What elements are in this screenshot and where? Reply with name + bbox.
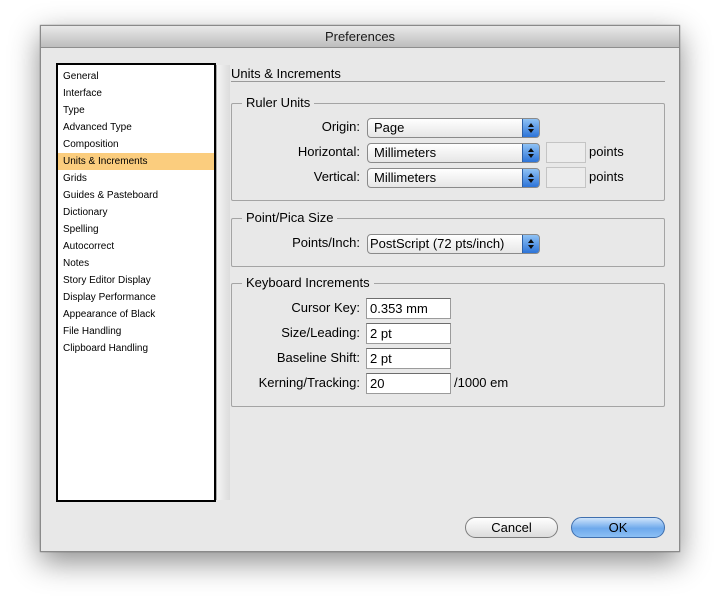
keyboard-increments-group: Keyboard Increments Cursor Key: 0.353 mm… <box>231 275 665 407</box>
sidebar-item-type[interactable]: Type <box>58 102 214 119</box>
window-title: Preferences <box>41 26 679 48</box>
sidebar-item-interface[interactable]: Interface <box>58 85 214 102</box>
kerning-tracking-field[interactable]: 20 <box>366 373 451 394</box>
sidebar-item-advanced-type[interactable]: Advanced Type <box>58 119 214 136</box>
horizontal-label: Horizontal: <box>297 144 360 159</box>
origin-label: Origin: <box>321 119 360 134</box>
points-per-inch-select[interactable]: PostScript (72 pts/inch) <box>367 234 540 254</box>
vertical-units-select[interactable]: Millimeters <box>367 168 540 188</box>
panel-title-divider <box>231 81 665 82</box>
popup-arrows-icon <box>522 169 539 187</box>
preferences-window: Preferences General Interface Type Advan… <box>40 25 680 552</box>
sidebar-item-grids[interactable]: Grids <box>58 170 214 187</box>
horizontal-units-value: Millimeters <box>374 145 437 160</box>
sidebar-item-clipboard-handling[interactable]: Clipboard Handling <box>58 340 214 357</box>
panel-title: Units & Increments <box>231 66 341 81</box>
kerning-tracking-label: Kerning/Tracking: <box>258 375 360 390</box>
horizontal-points-field[interactable] <box>546 142 586 163</box>
vertical-points-field[interactable] <box>546 167 586 188</box>
horizontal-units-select[interactable]: Millimeters <box>367 143 540 163</box>
sidebar-item-general[interactable]: General <box>58 68 214 85</box>
ruler-units-group: Ruler Units Origin: Page Horizontal: Mil… <box>231 95 665 201</box>
baseline-shift-field[interactable]: 2 pt <box>366 348 451 369</box>
list-scrollbar[interactable] <box>216 65 230 500</box>
preferences-category-list[interactable]: General Interface Type Advanced Type Com… <box>56 63 230 502</box>
popup-arrows-icon <box>522 235 539 253</box>
sidebar-item-dictionary[interactable]: Dictionary <box>58 204 214 221</box>
popup-arrows-icon <box>522 144 539 162</box>
sidebar-item-story-editor-display[interactable]: Story Editor Display <box>58 272 214 289</box>
ruler-units-legend: Ruler Units <box>242 95 315 110</box>
points-per-inch-value: PostScript (72 pts/inch) <box>370 236 505 251</box>
baseline-shift-label: Baseline Shift: <box>276 350 360 365</box>
vertical-units-value: Millimeters <box>374 170 437 185</box>
horizontal-points-unit: points <box>589 144 624 159</box>
point-pica-size-group: Point/Pica Size Points/Inch: PostScript … <box>231 210 665 267</box>
origin-value: Page <box>374 120 405 135</box>
cancel-button[interactable]: Cancel <box>465 517 558 538</box>
sidebar-item-file-handling[interactable]: File Handling <box>58 323 214 340</box>
popup-arrows-icon <box>522 119 539 137</box>
sidebar-item-notes[interactable]: Notes <box>58 255 214 272</box>
vertical-points-unit: points <box>589 169 624 184</box>
size-leading-field[interactable]: 2 pt <box>366 323 451 344</box>
points-per-inch-label: Points/Inch: <box>292 235 360 250</box>
origin-select[interactable]: Page <box>367 118 540 138</box>
vertical-label: Vertical: <box>313 169 360 184</box>
sidebar-item-appearance-of-black[interactable]: Appearance of Black <box>58 306 214 323</box>
point-pica-legend: Point/Pica Size <box>242 210 338 225</box>
sidebar-item-autocorrect[interactable]: Autocorrect <box>58 238 214 255</box>
keyboard-increments-legend: Keyboard Increments <box>242 275 374 290</box>
category-list: General Interface Type Advanced Type Com… <box>58 65 214 357</box>
sidebar-item-spelling[interactable]: Spelling <box>58 221 214 238</box>
size-leading-label: Size/Leading: <box>281 325 360 340</box>
sidebar-item-composition[interactable]: Composition <box>58 136 214 153</box>
cursor-key-label: Cursor Key: <box>291 300 360 315</box>
sidebar-item-guides-pasteboard[interactable]: Guides & Pasteboard <box>58 187 214 204</box>
sidebar-item-units-increments[interactable]: Units & Increments <box>58 153 214 170</box>
ok-button[interactable]: OK <box>571 517 665 538</box>
kerning-tracking-unit: /1000 em <box>454 375 509 390</box>
sidebar-item-display-performance[interactable]: Display Performance <box>58 289 214 306</box>
cursor-key-field[interactable]: 0.353 mm <box>366 298 451 319</box>
